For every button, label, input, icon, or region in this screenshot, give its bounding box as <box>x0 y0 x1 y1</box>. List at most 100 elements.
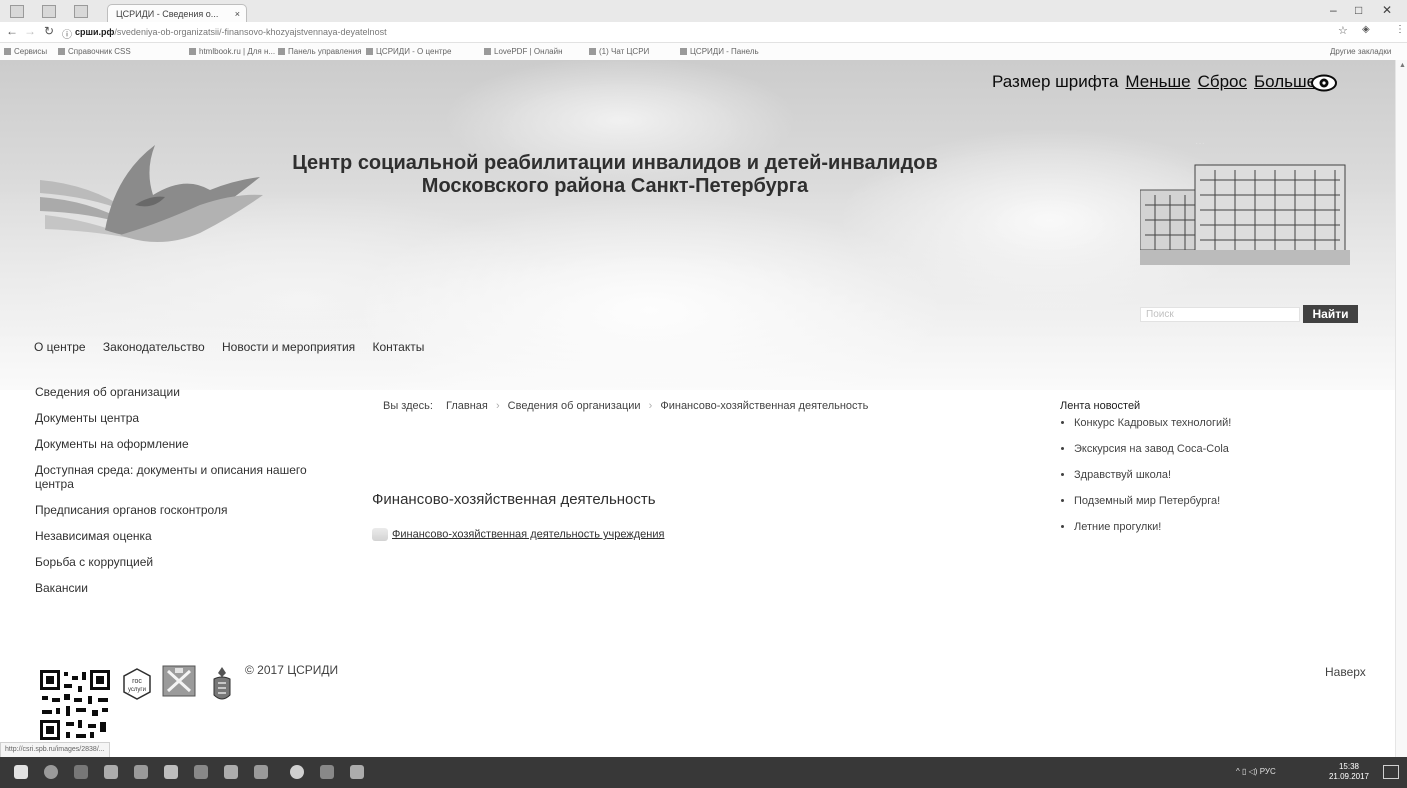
store-icon[interactable] <box>164 765 178 779</box>
coat-of-arms-icon[interactable] <box>208 665 236 705</box>
bookmark-item[interactable]: LovePDF | Онлайн <box>484 43 563 60</box>
tray-arrow-icon[interactable]: ^ <box>1236 767 1240 776</box>
news-item[interactable]: Здравствуй школа! <box>1074 469 1231 481</box>
tab-title: ЦСРИДИ - Сведения о... <box>116 9 219 19</box>
app-icon[interactable] <box>254 765 268 779</box>
url-path: /svedeniya-ob-organizatsii/-finansovo-kh… <box>114 27 387 37</box>
scroll-up-icon[interactable]: ▲ <box>1399 62 1406 69</box>
site-logo[interactable] <box>35 135 265 255</box>
breadcrumb-item-organization[interactable]: Сведения об организации <box>508 400 641 412</box>
font-smaller-link[interactable]: Меньше <box>1125 72 1190 91</box>
network-icon[interactable]: ▯ <box>1242 767 1246 776</box>
news-item[interactable]: Экскурсия на завод Coca-Cola <box>1074 443 1231 455</box>
clock[interactable]: 15:38 21.09.2017 <box>1329 762 1369 782</box>
forward-arrow-icon[interactable]: → <box>24 24 36 38</box>
other-bookmarks[interactable]: Другие закладки <box>1330 43 1391 60</box>
building-image <box>1140 164 1350 265</box>
back-arrow-icon[interactable]: ← <box>6 24 18 38</box>
bookmark-item[interactable]: htmlbook.ru | Для н... <box>189 43 275 60</box>
tab-close-icon[interactable]: × <box>235 5 240 22</box>
copyright: © 2017 ЦСРИДИ <box>245 663 339 677</box>
nav-item-legislation[interactable]: Законодательство <box>103 340 205 354</box>
app-icon[interactable] <box>320 765 334 779</box>
gosuslugi-icon[interactable]: гос услуги <box>120 667 154 701</box>
breadcrumb-prefix: Вы здесь: <box>383 400 433 412</box>
eye-icon[interactable] <box>1311 74 1337 92</box>
browser-tab-bar: ЦСРИДИ - Сведения о... × – □ ✕ <box>0 0 1407 22</box>
sidebar-item-accessibility[interactable]: Доступная среда: документы и описания на… <box>35 463 345 491</box>
site-title-line2: Московского района Санкт-Петербурга <box>421 175 809 197</box>
browser-tab[interactable]: ЦСРИДИ - Сведения о... × <box>107 4 247 22</box>
app-icon[interactable] <box>224 765 238 779</box>
volume-icon[interactable]: ◁) <box>1249 767 1258 776</box>
close-window-button[interactable]: ✕ <box>1382 3 1392 17</box>
window-icon[interactable] <box>74 5 88 18</box>
search-button[interactable]: Найти <box>1303 305 1358 323</box>
bookmark-item[interactable]: Панель управления <box>278 43 362 60</box>
nav-item-about[interactable]: О центре <box>34 340 86 354</box>
document-link[interactable]: Финансово-хозяйственная деятельность учр… <box>392 528 664 540</box>
spb-emblem-icon[interactable] <box>162 665 196 697</box>
start-icon[interactable] <box>14 765 28 779</box>
svg-text:гос: гос <box>132 678 142 685</box>
pdf-icon <box>372 528 388 541</box>
app-icon[interactable] <box>194 765 208 779</box>
back-to-top-link[interactable]: Наверх <box>1325 665 1366 679</box>
bookmark-item[interactable]: ЦСРИДИ - Панель <box>680 43 759 60</box>
bookmark-item[interactable]: (1) Чат ЦСРИ <box>589 43 649 60</box>
bookmark-item[interactable]: Справочник CSS <box>58 43 131 60</box>
faint-header-text: ··· <box>1195 138 1205 149</box>
sidebar-item-organization[interactable]: Сведения об организации <box>35 385 345 399</box>
search-icon[interactable] <box>44 765 58 779</box>
news-item[interactable]: Летние прогулки! <box>1074 521 1231 533</box>
font-bigger-link[interactable]: Больше <box>1254 72 1316 91</box>
sidebar-item-assessment[interactable]: Независимая оценка <box>35 529 345 543</box>
reload-icon[interactable]: ↻ <box>44 24 54 38</box>
url-host: срши.рф <box>75 27 115 37</box>
edge-icon[interactable] <box>104 765 118 779</box>
window-icon[interactable] <box>42 5 56 18</box>
nav-item-contacts[interactable]: Контакты <box>373 340 425 354</box>
address-bar-row: ← → ↻ ⓘ срши.рф/svedeniya-ob-organizatsi… <box>0 22 1407 43</box>
chrome-icon[interactable] <box>290 765 304 779</box>
info-icon: ⓘ <box>62 30 72 41</box>
breadcrumb-separator: › <box>495 400 500 412</box>
font-size-controls: Размер шрифта Меньше Сброс Больше <box>992 72 1316 92</box>
notification-icon[interactable] <box>1383 765 1399 779</box>
sidebar-menu: Сведения об организации Документы центра… <box>35 385 345 607</box>
bookmark-item[interactable]: Сервисы <box>4 43 47 60</box>
news-item[interactable]: Конкурс Кадровых технологий! <box>1074 417 1231 429</box>
news-heading: Лента новостей <box>1060 400 1141 412</box>
news-item[interactable]: Подземный мир Петербурга! <box>1074 495 1231 507</box>
sidebar-item-inspections[interactable]: Предписания органов госконтроля <box>35 503 345 517</box>
document-link-row: Финансово-хозяйственная деятельность учр… <box>372 528 664 541</box>
system-tray: ^ ▯ ◁) РУС <box>1236 767 1276 776</box>
window-icon[interactable] <box>10 5 24 18</box>
nav-item-news[interactable]: Новости и мероприятия <box>222 340 355 354</box>
sidebar-item-anticorruption[interactable]: Борьба с коррупцией <box>35 555 345 569</box>
font-reset-link[interactable]: Сброс <box>1198 72 1247 91</box>
minimize-button[interactable]: – <box>1330 3 1337 17</box>
site-title-line1: Центр социальной реабилитации инвалидов … <box>292 152 938 174</box>
language-indicator[interactable]: РУС <box>1260 767 1276 776</box>
bookmarks-bar: Сервисы Справочник CSS htmlbook.ru | Для… <box>0 43 1407 61</box>
search-input[interactable] <box>1140 307 1300 322</box>
maximize-button[interactable]: □ <box>1355 3 1362 17</box>
task-view-icon[interactable] <box>74 765 88 779</box>
bookmark-item[interactable]: ЦСРИДИ - О центре <box>366 43 451 60</box>
menu-icon[interactable]: ⋮ <box>1395 24 1405 35</box>
breadcrumb-item-home[interactable]: Главная <box>446 400 488 412</box>
url-field[interactable]: срши.рф/svedeniya-ob-organizatsii/-finan… <box>75 25 1295 39</box>
breadcrumb-item-current: Финансово-хозяйственная деятельность <box>660 400 869 412</box>
breadcrumb-separator: › <box>648 400 653 412</box>
star-icon[interactable]: ☆ <box>1338 24 1348 37</box>
scrollbar[interactable]: ▲ <box>1395 60 1407 757</box>
sidebar-item-forms[interactable]: Документы на оформление <box>35 437 345 451</box>
sidebar-item-documents[interactable]: Документы центра <box>35 411 345 425</box>
windows-taskbar: ^ ▯ ◁) РУС 15:38 21.09.2017 <box>0 757 1407 788</box>
explorer-icon[interactable] <box>134 765 148 779</box>
app-icon[interactable] <box>350 765 364 779</box>
sidebar-item-vacancies[interactable]: Вакансии <box>35 581 345 595</box>
news-feed: Лента новостей Конкурс Кадровых технолог… <box>1060 400 1231 547</box>
extension-icon[interactable]: ◈ <box>1362 24 1370 35</box>
